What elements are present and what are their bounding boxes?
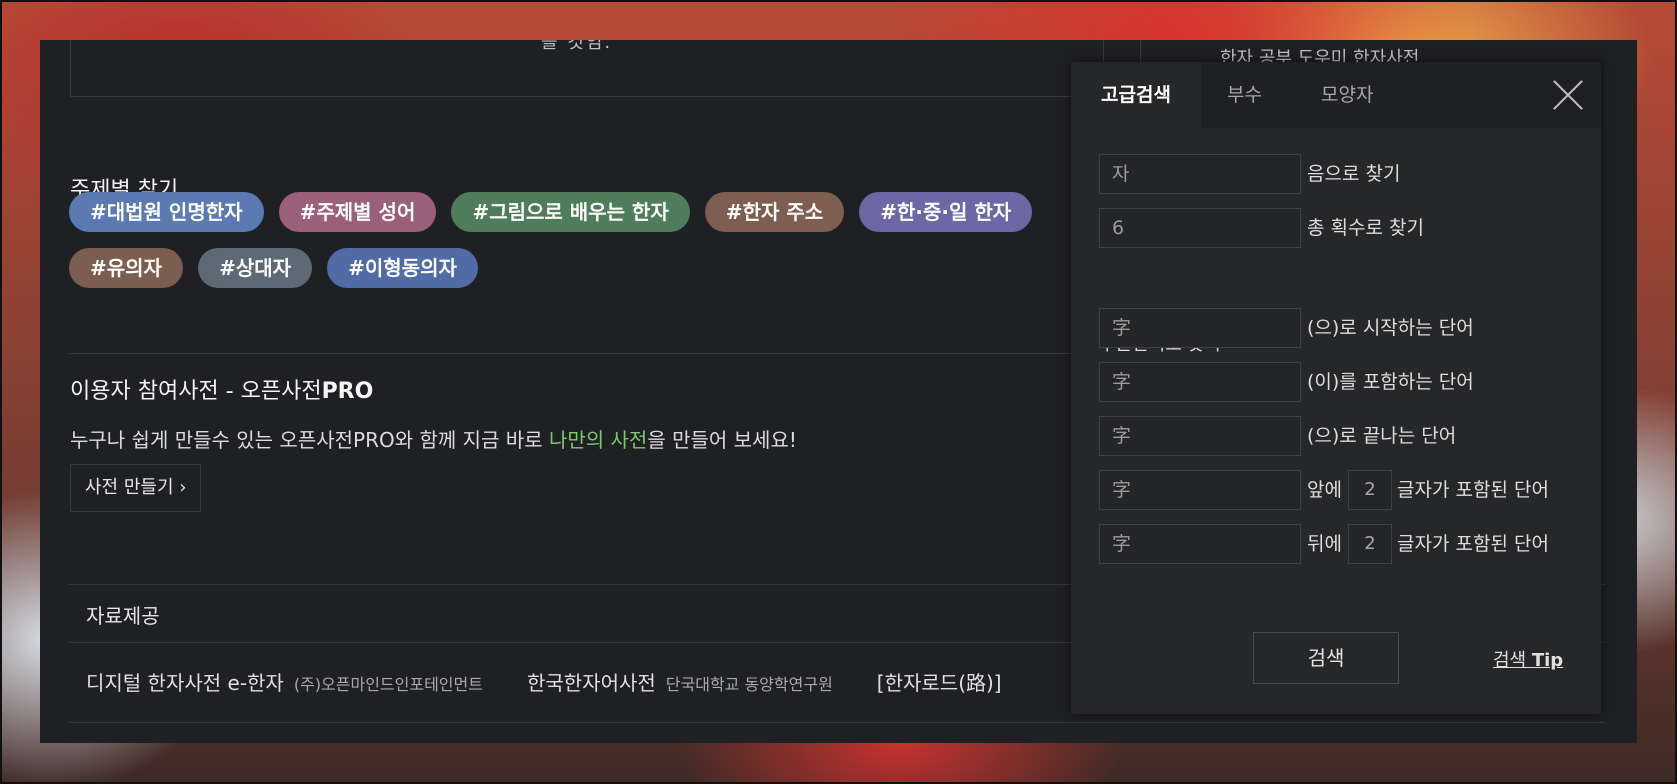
top-content-box: 를 것임. — [70, 40, 1104, 97]
source-publisher: 단국대학교 동양학연구원 — [665, 675, 833, 694]
preceding-chars-input[interactable]: 字 — [1099, 470, 1301, 510]
topic-tag[interactable]: #그림으로 배우는 한자 — [451, 192, 690, 232]
tip-text: 검색 — [1493, 650, 1532, 671]
pro-title-bold: PRO — [321, 379, 374, 404]
topic-tag[interactable]: #이형동의자 — [327, 248, 478, 288]
search-tip-link[interactable]: 검색 Tip — [1493, 646, 1563, 672]
advanced-search-panel: 고급검색 부수 모양자 자 음으로 찾기 6 총 획수로 찾기 부분단어로 찾기… — [1071, 62, 1601, 714]
following-chars-input[interactable]: 字 — [1099, 524, 1301, 564]
open-dict-pro-desc: 누구나 쉽게 만들수 있는 오픈사전PRO와 함께 지금 바로 나만의 사전을 … — [70, 424, 797, 453]
close-icon[interactable] — [1551, 78, 1585, 112]
pro-desc-after: 을 만들어 보세요! — [647, 428, 797, 452]
sources-list: 디지털 한자사전 e-한자 (주)오픈마인드인포테인먼트 한국한자어사전 단국대학교 … — [86, 667, 1002, 696]
topic-tag[interactable]: #한·중·일 한자 — [859, 192, 1033, 232]
preceding-suffix: 글자가 포함된 단어 — [1397, 479, 1549, 501]
source-publisher: (주)오픈마인드인포테인먼트 — [293, 675, 483, 694]
top-box-text: 를 것임. — [541, 40, 613, 53]
starts-with-label: (으)로 시작하는 단어 — [1307, 317, 1474, 339]
contains-input[interactable]: 字 — [1099, 362, 1301, 402]
preceding-count-input[interactable]: 2 — [1348, 470, 1392, 510]
ends-with-input[interactable]: 字 — [1099, 416, 1301, 456]
tab-shape[interactable]: 모양자 — [1321, 62, 1373, 128]
topic-tag[interactable]: #한자 주소 — [704, 192, 845, 232]
following-suffix: 글자가 포함된 단어 — [1397, 533, 1549, 555]
tab-radical[interactable]: 부수 — [1227, 62, 1262, 128]
tab-advanced-search[interactable]: 고급검색 — [1071, 62, 1201, 128]
sound-label: 음으로 찾기 — [1307, 163, 1401, 185]
topic-tag[interactable]: #상대자 — [198, 248, 313, 288]
pro-title-prefix: 이용자 참여사전 - 오픈사전 — [70, 379, 322, 404]
dictionary-page: 를 것임. 한자 공부 도우미 한자사전 주제별 찾기 #대법원 인명한자 #주… — [40, 40, 1637, 743]
panel-tabbar: 고급검색 부수 모양자 — [1071, 62, 1601, 128]
my-dictionary-link[interactable]: 나만의 사전 — [549, 428, 647, 452]
preceding-prefix: 앞에 — [1307, 479, 1342, 501]
topic-tag[interactable]: #주제별 성어 — [278, 192, 437, 232]
stroke-count-label: 총 획수로 찾기 — [1307, 217, 1424, 239]
following-prefix: 뒤에 — [1307, 533, 1342, 555]
starts-with-input[interactable]: 字 — [1099, 308, 1301, 348]
open-dict-pro-title: 이용자 참여사전 - 오픈사전PRO — [70, 373, 373, 405]
stroke-count-input[interactable]: 6 — [1099, 208, 1301, 248]
topic-tags: #대법원 인명한자 #주제별 성어 #그림으로 배우는 한자 #한자 주소 #한… — [69, 192, 1049, 304]
source-name[interactable]: 디지털 한자사전 e-한자 — [86, 671, 284, 695]
section-divider — [69, 353, 1109, 354]
contains-label: (이)를 포함하는 단어 — [1307, 371, 1474, 393]
search-button[interactable]: 검색 — [1253, 632, 1399, 684]
sound-input[interactable]: 자 — [1099, 154, 1301, 194]
sources-title: 자료제공 — [86, 604, 160, 628]
following-count-input[interactable]: 2 — [1348, 524, 1392, 564]
tip-bold: Tip — [1531, 650, 1564, 671]
source-name[interactable]: [한자로드(路)] — [877, 671, 1002, 695]
pro-desc-before: 누구나 쉽게 만들수 있는 오픈사전PRO와 함께 지금 바로 — [70, 428, 549, 452]
make-dictionary-button[interactable]: 사전 만들기 › — [70, 464, 202, 512]
source-name[interactable]: 한국한자어사전 — [527, 671, 656, 695]
topic-tag[interactable]: #대법원 인명한자 — [69, 192, 264, 232]
topic-tag[interactable]: #유의자 — [69, 248, 183, 288]
sources-bottom-divider — [69, 722, 1605, 723]
ends-with-label: (으)로 끝나는 단어 — [1307, 425, 1457, 447]
